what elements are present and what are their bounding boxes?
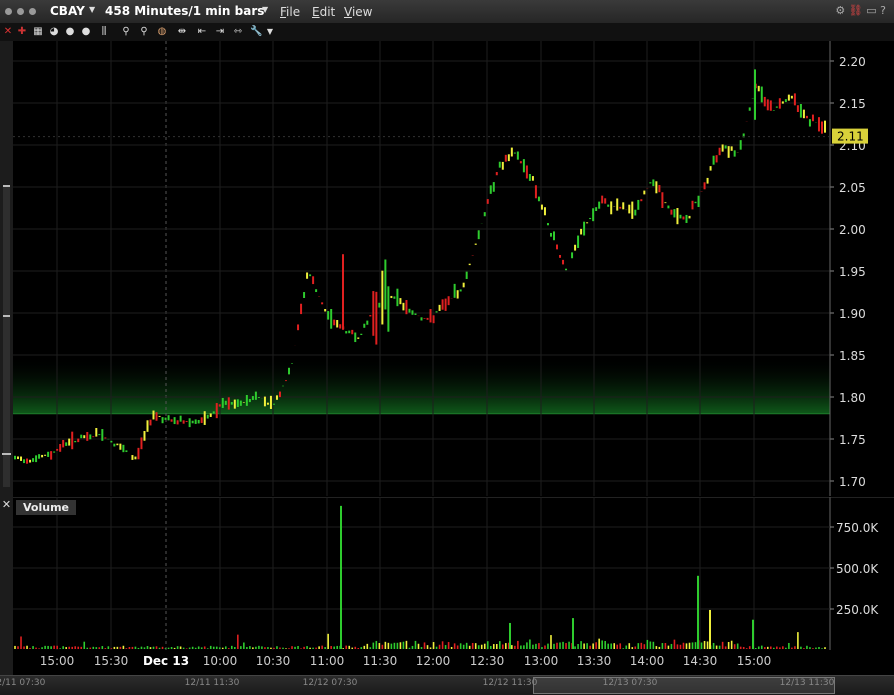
time-tick-label: 10:00 [202, 654, 238, 668]
window-minimize-icon[interactable] [17, 8, 24, 15]
time-tick-label: 13:00 [523, 654, 559, 668]
time-tick-label: 14:30 [682, 654, 718, 668]
ticker-dropdown-icon[interactable]: ▼ [89, 5, 95, 14]
wrench-icon[interactable]: 🔧 [250, 26, 262, 38]
ticker-symbol[interactable]: CBAY [50, 4, 85, 18]
time-tick-label: 10:30 [255, 654, 291, 668]
time-tick-label: 12:00 [415, 654, 451, 668]
menu-file[interactable]: File [280, 5, 300, 19]
time-tick-label: 13:30 [576, 654, 612, 668]
time-tick-label: 11:00 [309, 654, 345, 668]
circle-icon[interactable]: ● [80, 26, 92, 38]
price-chart-svg: 2.202.152.102.052.001.951.901.851.801.75… [13, 41, 868, 496]
y-tick-label: 2.20 [839, 55, 866, 69]
menu-edit[interactable]: Edit [312, 5, 335, 19]
pie-icon[interactable]: ◕ [48, 26, 60, 38]
zoom-in-icon[interactable]: ⚲ [120, 26, 132, 38]
time-tick-label: 15:00 [736, 654, 772, 668]
scroll-handle-middle[interactable] [3, 315, 10, 317]
window-maximize-icon[interactable] [29, 8, 36, 15]
grid-icon[interactable]: ▦ [32, 26, 44, 38]
navigator-label: 12/11 07:30 [0, 678, 46, 688]
scroll-right-icon[interactable]: ⇥ [214, 26, 226, 38]
window-close-icon[interactable] [5, 8, 12, 15]
scroll-left-icon[interactable]: ⇤ [196, 26, 208, 38]
volume-chart[interactable]: 750.0K 500.0K 250.0K [13, 496, 894, 650]
navigator-label: 12/13 07:30 [602, 678, 658, 688]
y-tick-label: 1.90 [839, 307, 866, 321]
dropdown-icon[interactable]: ▼ [264, 26, 276, 38]
vertical-scrollbar[interactable] [3, 187, 10, 487]
lock-icon[interactable]: ▭ [866, 4, 876, 17]
navigator-label: 12/12 11:30 [482, 678, 538, 688]
volume-tick-label: 500.0K [836, 562, 879, 576]
time-tick-label: Dec 13 [142, 654, 190, 668]
crosshair-icon[interactable]: ✚ [16, 26, 28, 38]
fit-icon[interactable]: ⇹ [176, 26, 188, 38]
y-tick-label: 1.85 [839, 349, 866, 363]
y-tick-label: 2.05 [839, 181, 866, 195]
time-tick-label: 15:30 [93, 654, 129, 668]
fit-all-icon[interactable]: ⇿ [232, 26, 244, 38]
candles-icon[interactable]: ⫼ [98, 26, 110, 38]
time-tick-label: 15:00 [39, 654, 75, 668]
volume-tick-label: 750.0K [836, 521, 879, 535]
scroll-handle-bottom[interactable] [2, 453, 11, 455]
scroll-handle-top[interactable] [3, 185, 10, 187]
globe-icon[interactable]: ◍ [156, 26, 168, 38]
link-icon[interactable]: ⛓ [849, 4, 863, 17]
bar-period-selector[interactable]: 458 Minutes/1 min bars [105, 4, 264, 18]
time-tick-label: 12:30 [469, 654, 505, 668]
navigator-label: 12/12 07:30 [302, 678, 358, 688]
time-tick-label: 14:00 [629, 654, 665, 668]
help-icon[interactable]: ? [880, 4, 886, 17]
y-tick-label: 1.70 [839, 475, 866, 489]
volume-chart-svg: 750.0K 500.0K 250.0K [13, 496, 894, 650]
settings-icon[interactable]: ⚙ [835, 4, 845, 17]
title-bar: CBAY ▼ 458 Minutes/1 min bars ▼ File Edi… [0, 0, 894, 24]
window-tools-group: ⚙ ⛓ ▭ ? [835, 4, 886, 17]
y-tick-label: 1.95 [839, 265, 866, 279]
left-scroll-strip [0, 41, 13, 694]
time-tick-label: 11:30 [362, 654, 398, 668]
time-navigator[interactable]: 12/11 07:30 12/11 11:30 12/12 07:30 12/12 1… [0, 675, 894, 695]
price-chart[interactable]: 2.20 2.15 2.10 2.05 2.00 1.95 1.90 1.85 1.80 1.75… [13, 41, 894, 496]
y-tick-label: 1.80 [839, 391, 866, 405]
circle-icon[interactable]: ● [64, 26, 76, 38]
menu-view[interactable]: View [344, 5, 372, 19]
green-band [13, 355, 830, 414]
y-tick-label: 2.00 [839, 223, 866, 237]
bar-period-dropdown-icon[interactable]: ▼ [262, 5, 268, 14]
navigator-label: 12/11 11:30 [184, 678, 240, 688]
close-icon[interactable]: ✕ [2, 26, 14, 38]
y-tick-label: 1.75 [839, 433, 866, 447]
last-price-label: 2.11 [837, 130, 864, 144]
navigator-label: 12/13 11:30 [779, 678, 835, 688]
volume-panel-label: Volume [16, 500, 76, 515]
volume-tick-label: 250.0K [836, 603, 879, 617]
zoom-out-icon[interactable]: ⚲ [138, 26, 150, 38]
time-axis: 15:00 15:30 Dec 13 10:00 10:30 11:00 11:30 12:0… [13, 650, 830, 674]
volume-close-icon[interactable]: ✕ [0, 498, 13, 512]
y-tick-label: 2.15 [839, 97, 866, 111]
chart-toolbar: ✕ ✚ ▦ ◕ ● ● ⫼ ⚲ ⚲ ◍ ⇹ ⇤ ⇥ ⇿ 🔧 ▼ [0, 24, 894, 41]
